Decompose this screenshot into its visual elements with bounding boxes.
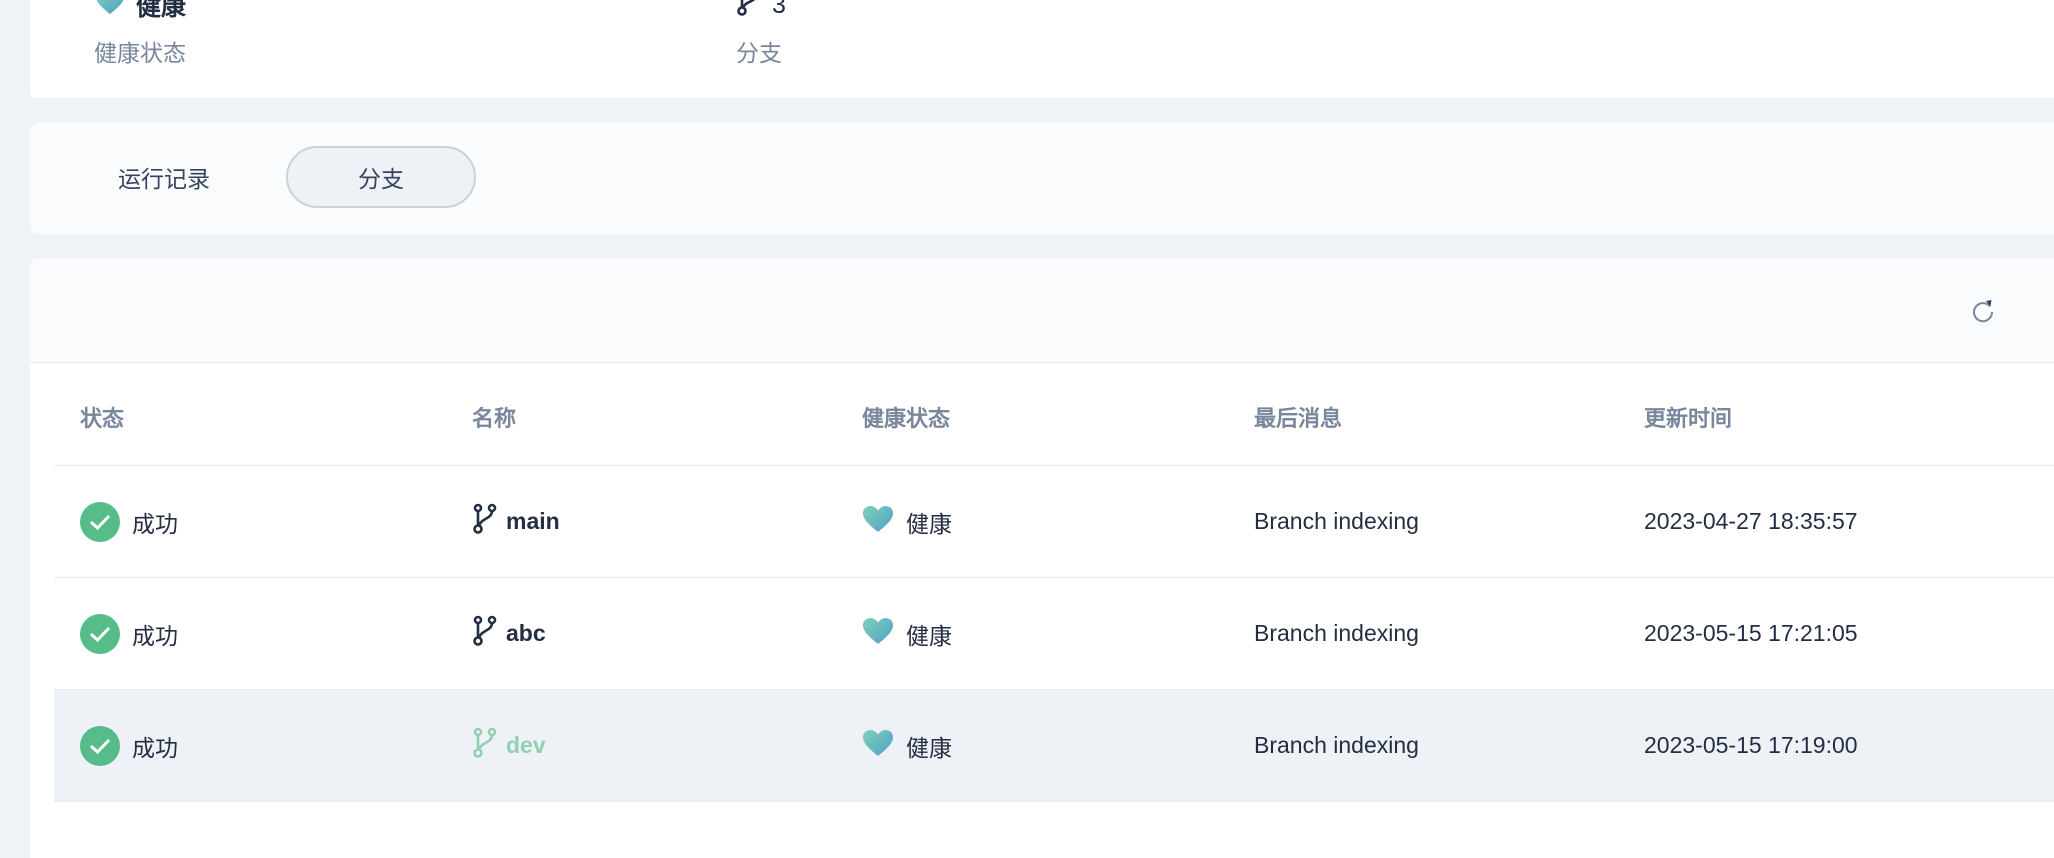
table-toolbar (30, 258, 2054, 363)
name-cell: dev (472, 690, 546, 801)
refresh-icon (1973, 300, 1994, 323)
table-row[interactable]: 成功 abc 健康 Branch indexing 2023-05-15 17:… (54, 578, 2054, 690)
message-cell: Branch indexing (1254, 508, 1419, 534)
status-text: 成功 (132, 510, 178, 537)
message-cell: Branch indexing (1254, 620, 1419, 646)
col-last-message[interactable]: 最后消息 (1254, 401, 1342, 433)
branch-stat: 3 分支 (736, 0, 786, 68)
tab-activity[interactable]: 运行记录 (94, 146, 234, 208)
col-health[interactable]: 健康状态 (862, 401, 950, 433)
branch-stat-label: 分支 (736, 40, 782, 66)
branch-name-link[interactable]: main (506, 508, 560, 535)
branch-stat-value: 3 (736, 0, 786, 19)
branch-count: 3 (772, 0, 786, 19)
health-stat: 健康 健康状态 (94, 0, 186, 68)
branch-icon (472, 503, 498, 541)
success-check-icon (80, 725, 120, 766)
updated-cell: 2023-04-27 18:35:57 (1644, 508, 1858, 534)
success-check-icon (80, 613, 120, 654)
branch-icon (472, 727, 498, 765)
status-cell: 成功 (80, 466, 178, 577)
status-cell: 成功 (80, 578, 178, 689)
health-stat-value: 健康 (94, 0, 186, 21)
status-text: 成功 (132, 622, 178, 649)
health-cell: 健康 (862, 690, 952, 801)
branch-table-panel: 状态 名称 健康状态 最后消息 更新时间 成功 main 健康 Branch i… (30, 258, 2054, 858)
health-stat-text: 健康 (136, 0, 187, 21)
heart-icon (862, 729, 894, 763)
name-cell: abc (472, 578, 546, 689)
col-name[interactable]: 名称 (472, 401, 516, 433)
table-row[interactable]: 成功 main 健康 Branch indexing 2023-04-27 18… (54, 466, 2054, 578)
health-cell: 健康 (862, 578, 952, 689)
heart-icon (862, 617, 894, 651)
branch-name-link[interactable]: abc (506, 620, 546, 647)
tab-branches[interactable]: 分支 (286, 146, 476, 208)
col-status[interactable]: 状态 (80, 401, 124, 433)
table-row[interactable]: 成功 dev 健康 Branch indexing 2023-05-15 17:… (54, 690, 2054, 802)
heart-icon (94, 0, 126, 22)
status-text: 成功 (132, 734, 178, 761)
branch-name-link[interactable]: dev (506, 732, 546, 759)
pipeline-summary-panel: 健康 健康状态 3 分支 (30, 0, 2054, 98)
col-updated-time[interactable]: 更新时间 (1644, 401, 1732, 433)
branch-icon (472, 615, 498, 653)
refresh-button[interactable] (1966, 294, 2000, 328)
health-text: 健康 (906, 510, 952, 537)
branch-icon (736, 0, 762, 24)
health-text: 健康 (906, 622, 952, 649)
name-cell: main (472, 466, 560, 577)
updated-cell: 2023-05-15 17:21:05 (1644, 620, 1858, 646)
message-cell: Branch indexing (1254, 732, 1419, 758)
heart-icon (862, 505, 894, 539)
success-check-icon (80, 501, 120, 542)
updated-cell: 2023-05-15 17:19:00 (1644, 732, 1858, 758)
table-header: 状态 名称 健康状态 最后消息 更新时间 (54, 363, 2054, 466)
health-text: 健康 (906, 734, 952, 761)
tab-bar: 运行记录 分支 (30, 122, 2054, 234)
status-cell: 成功 (80, 690, 178, 801)
health-stat-label: 健康状态 (94, 40, 186, 66)
health-cell: 健康 (862, 466, 952, 577)
